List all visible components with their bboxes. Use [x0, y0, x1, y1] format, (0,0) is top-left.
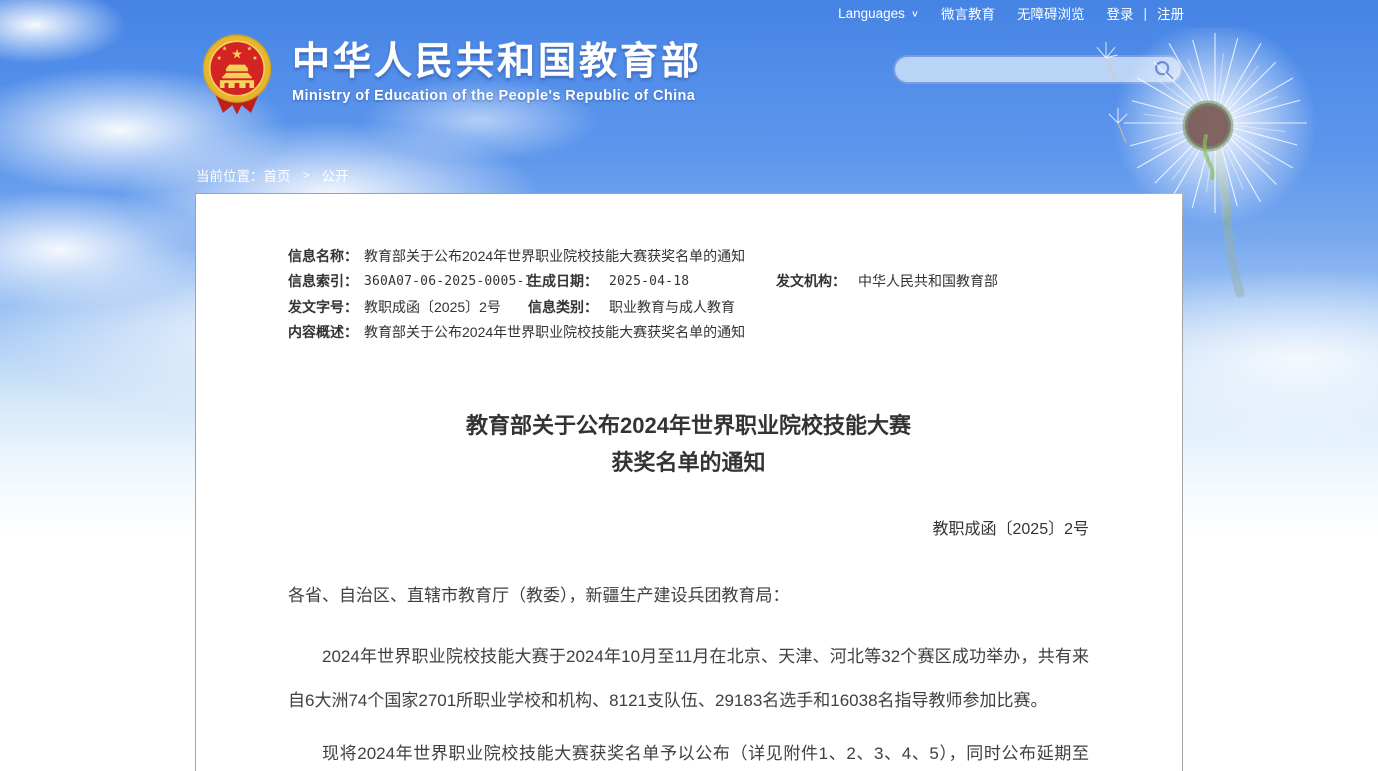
- meta-summary-label: 内容概述：: [288, 322, 364, 342]
- breadcrumb-section-link[interactable]: 公开: [322, 165, 349, 185]
- national-emblem-logo[interactable]: ★ ★ ★ ★ ★: [198, 32, 276, 116]
- breadcrumb-home-link[interactable]: 首页: [264, 165, 291, 185]
- meta-date-label: 生成日期：: [528, 271, 609, 291]
- breadcrumb: 当前位置： 首页 > 公开: [196, 165, 349, 185]
- meta-org-value: 中华人民共和国教育部: [858, 271, 1089, 291]
- site-subtitle: Ministry of Education of the People's Re…: [292, 88, 702, 104]
- meta-org-label: 发文机构：: [776, 271, 858, 291]
- meta-docno-value: 教职成函〔2025〕2号: [364, 297, 528, 317]
- document-metadata: 信息名称： 教育部关于公布2024年世界职业院校技能大赛获奖名单的通知 信息索引…: [288, 243, 1089, 345]
- china-national-emblem-icon: ★ ★ ★ ★ ★: [198, 32, 276, 116]
- meta-row-summary: 内容概述： 教育部关于公布2024年世界职业院校技能大赛获奖名单的通知: [288, 320, 1089, 346]
- meta-category-value: 职业教育与成人教育: [609, 297, 1089, 317]
- paragraph-1: 2024年世界职业院校技能大赛于2024年10月至11月在北京、天津、河北等32…: [288, 635, 1089, 723]
- search-box: [893, 55, 1183, 84]
- svg-text:★: ★: [231, 47, 243, 62]
- search-button[interactable]: [1147, 57, 1181, 82]
- meta-row-index: 信息索引： 360A07-06-2025-0005-1 生成日期： 2025-0…: [288, 269, 1089, 295]
- languages-label: Languages: [838, 6, 905, 21]
- document-number: 教职成函〔2025〕2号: [288, 515, 1089, 539]
- svg-text:★: ★: [216, 55, 222, 62]
- link-accessibility-browse[interactable]: 无障碍浏览: [1017, 3, 1085, 23]
- top-utility-bar: Languages ∨ 微言教育 无障碍浏览 登录 | 注册: [816, 2, 1184, 24]
- meta-category-label: 信息类别：: [528, 297, 609, 317]
- languages-menu[interactable]: Languages ∨: [838, 6, 919, 21]
- magnifier-icon: [1153, 59, 1175, 81]
- svg-text:★: ★: [222, 46, 228, 53]
- chevron-down-icon: ∨: [911, 8, 919, 18]
- meta-docno-label: 发文字号：: [288, 297, 364, 317]
- search-input[interactable]: [895, 57, 1147, 82]
- document-title-line2: 获奖名单的通知: [288, 444, 1089, 481]
- document-title: 教育部关于公布2024年世界职业院校技能大赛 获奖名单的通知: [288, 407, 1089, 481]
- meta-index-value: 360A07-06-2025-0005-1: [364, 274, 528, 289]
- salutation: 各省、自治区、直辖市教育厅（教委），新疆生产建设兵团教育局：: [288, 574, 1089, 618]
- topbar-divider: |: [1143, 6, 1147, 21]
- masthead-titles: 中华人民共和国教育部 Ministry of Education of the …: [292, 32, 702, 116]
- site-masthead: ★ ★ ★ ★ ★ 中华人民共和国教育部 Ministry of Edu: [198, 32, 702, 116]
- breadcrumb-separator: >: [303, 168, 310, 182]
- site-title: 中华人民共和国教育部: [292, 40, 702, 84]
- meta-name-value: 教育部关于公布2024年世界职业院校技能大赛获奖名单的通知: [364, 246, 1089, 266]
- register-link[interactable]: 注册: [1157, 3, 1184, 23]
- svg-text:★: ★: [247, 46, 253, 53]
- meta-name-label: 信息名称：: [288, 246, 364, 266]
- login-link[interactable]: 登录: [1106, 3, 1133, 23]
- meta-row-docno: 发文字号： 教职成函〔2025〕2号 信息类别： 职业教育与成人教育: [288, 294, 1089, 320]
- meta-summary-value: 教育部关于公布2024年世界职业院校技能大赛获奖名单的通知: [364, 322, 1089, 342]
- breadcrumb-label: 当前位置：: [196, 165, 264, 185]
- svg-text:★: ★: [252, 55, 258, 62]
- meta-index-label: 信息索引：: [288, 271, 364, 291]
- document-title-line1: 教育部关于公布2024年世界职业院校技能大赛: [288, 407, 1089, 444]
- meta-date-value: 2025-04-18: [609, 274, 776, 289]
- link-weiyan-jiaoyu[interactable]: 微言教育: [941, 3, 995, 23]
- meta-row-name: 信息名称： 教育部关于公布2024年世界职业院校技能大赛获奖名单的通知: [288, 243, 1089, 269]
- paragraph-2: 现将2024年世界职业院校技能大赛获奖名单予以公布（详见附件1、2、3、4、5）…: [288, 732, 1089, 771]
- content-panel: 信息名称： 教育部关于公布2024年世界职业院校技能大赛获奖名单的通知 信息索引…: [195, 193, 1183, 771]
